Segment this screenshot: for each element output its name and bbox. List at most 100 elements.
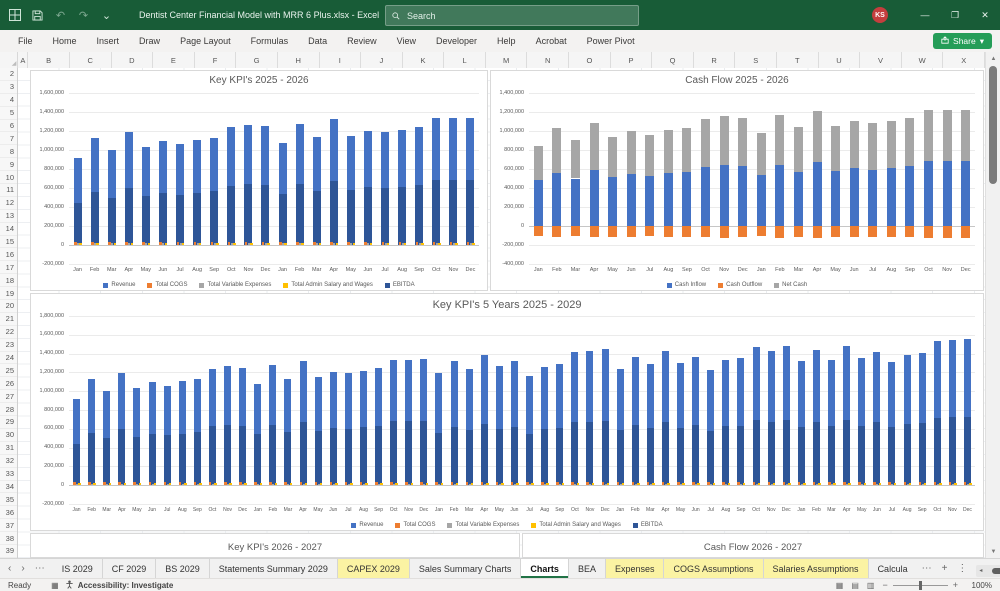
column-header-K[interactable]: K [403,52,445,68]
row-header-12[interactable]: 12 [0,197,17,210]
row-header-26[interactable]: 26 [0,377,17,390]
row-header-28[interactable]: 28 [0,403,17,416]
column-header-O[interactable]: O [569,52,611,68]
row-header-36[interactable]: 36 [0,506,17,519]
column-header-W[interactable]: W [902,52,944,68]
row-header-4[interactable]: 4 [0,94,17,107]
qat-dropdown-icon[interactable]: ⌄ [100,9,113,22]
row-header-21[interactable]: 21 [0,313,17,326]
row-header-25[interactable]: 25 [0,364,17,377]
select-all-corner[interactable]: ◢ [0,52,18,68]
row-header-32[interactable]: 32 [0,455,17,468]
row-header-31[interactable]: 31 [0,442,17,455]
minimize-button[interactable]: — [910,0,940,30]
column-header-M[interactable]: M [486,52,528,68]
column-header-F[interactable]: F [195,52,237,68]
row-header-34[interactable]: 34 [0,481,17,494]
row-header-15[interactable]: 15 [0,236,17,249]
horizontal-scrollbar[interactable]: ◂ ▸ [976,565,1000,577]
zoom-percent[interactable]: 100% [966,581,992,590]
row-header-13[interactable]: 13 [0,210,17,223]
page-break-view-icon[interactable]: ▥ [867,581,875,590]
row-header-37[interactable]: 37 [0,519,17,532]
ribbon-tab-insert[interactable]: Insert [87,30,130,52]
macro-record-icon[interactable]: ▦ [45,581,65,590]
accessibility-status[interactable]: Accessibility: Investigate [78,581,174,590]
row-header-19[interactable]: 19 [0,287,17,300]
sheet-tab-charts[interactable]: Charts [521,559,569,578]
row-header-20[interactable]: 20 [0,300,17,313]
column-header-V[interactable]: V [860,52,902,68]
redo-icon[interactable]: ↷ [77,9,90,22]
sheet-tab-cogs-assumptions[interactable]: COGS Assumptions [664,559,763,578]
ribbon-tab-help[interactable]: Help [487,30,526,52]
sheet-more-tabs-icon[interactable]: ⋯ [917,563,937,574]
row-header-2[interactable]: 2 [0,68,17,81]
hscroll-left-icon[interactable]: ◂ [976,567,985,574]
sheet-nav-more-icon[interactable]: ⋯ [31,563,49,574]
column-header-A[interactable]: A [18,52,28,68]
chart-key-kpis-2026-2027[interactable]: Key KPI's 2026 - 2027 [30,533,520,558]
ribbon-tab-acrobat[interactable]: Acrobat [526,30,577,52]
normal-view-icon[interactable]: ▦ [836,581,844,590]
column-header-D[interactable]: D [112,52,154,68]
row-header-9[interactable]: 9 [0,158,17,171]
row-header-16[interactable]: 16 [0,248,17,261]
sheet-tab-expenses[interactable]: Expenses [606,559,665,578]
vertical-scroll-thumb[interactable] [989,66,997,184]
save-icon[interactable] [31,9,44,22]
row-header-38[interactable]: 38 [0,532,17,545]
column-header-I[interactable]: I [320,52,362,68]
column-header-N[interactable]: N [527,52,569,68]
sheet-tab-cf-2029[interactable]: CF 2029 [103,559,157,578]
ribbon-tab-page-layout[interactable]: Page Layout [170,30,241,52]
ribbon-tab-file[interactable]: File [8,30,43,52]
chart-cash-flow-2025-2026[interactable]: Cash Flow 2025 - 20261,400,0001,200,0001… [490,70,984,291]
zoom-slider[interactable]: − + [882,580,958,590]
avatar[interactable]: KS [872,7,888,23]
column-header-Q[interactable]: Q [652,52,694,68]
row-header-24[interactable]: 24 [0,352,17,365]
column-header-S[interactable]: S [735,52,777,68]
ribbon-tab-formulas[interactable]: Formulas [241,30,299,52]
sheet-tab-salaries-assumptions[interactable]: Salaries Assumptions [764,559,869,578]
horizontal-scroll-thumb[interactable] [992,568,1000,574]
column-header-T[interactable]: T [777,52,819,68]
row-header-33[interactable]: 33 [0,468,17,481]
chart-key-kpis-5-years[interactable]: Key KPI's 5 Years 2025 - 20291,800,0001,… [30,293,984,531]
scroll-down-icon[interactable]: ▼ [986,545,1000,558]
column-header-C[interactable]: C [70,52,112,68]
add-sheet-button[interactable]: + [937,563,953,574]
ribbon-tab-view[interactable]: View [387,30,426,52]
chart-key-kpis-2025-2026[interactable]: Key KPI's 2025 - 20261,600,0001,400,0001… [30,70,488,291]
close-button[interactable]: ✕ [970,0,1000,30]
chart-cash-flow-2026-2027[interactable]: Cash Flow 2026 - 2027 [522,533,984,558]
zoom-slider-thumb[interactable] [919,581,922,590]
row-header-23[interactable]: 23 [0,339,17,352]
sheet-tab-statements-summary-2029[interactable]: Statements Summary 2029 [210,559,338,578]
sheet-nav-prev-icon[interactable]: ‹ [4,563,15,574]
sheet-tab-capex-2029[interactable]: CAPEX 2029 [338,559,410,578]
sheet-tab-sales-summary-charts[interactable]: Sales Summary Charts [410,559,522,578]
column-header-X[interactable]: X [943,52,985,68]
zoom-in-icon[interactable]: + [953,580,958,590]
zoom-out-icon[interactable]: − [882,580,887,590]
row-header-39[interactable]: 39 [0,545,17,558]
sheet-kebab-icon[interactable]: ⋮ [952,563,972,574]
column-header-B[interactable]: B [28,52,70,68]
row-header-30[interactable]: 30 [0,429,17,442]
row-header-5[interactable]: 5 [0,107,17,120]
column-header-G[interactable]: G [236,52,278,68]
search-box[interactable] [385,5,639,26]
row-header-8[interactable]: 8 [0,145,17,158]
sheet-tab-bs-2029[interactable]: BS 2029 [156,559,210,578]
row-header-27[interactable]: 27 [0,390,17,403]
column-header-U[interactable]: U [819,52,861,68]
column-header-R[interactable]: R [694,52,736,68]
restore-button[interactable]: ❐ [940,0,970,30]
column-header-E[interactable]: E [153,52,195,68]
row-header-14[interactable]: 14 [0,223,17,236]
ribbon-tab-review[interactable]: Review [337,30,387,52]
share-button[interactable]: Share ▾ [933,33,992,49]
row-header-3[interactable]: 3 [0,81,17,94]
